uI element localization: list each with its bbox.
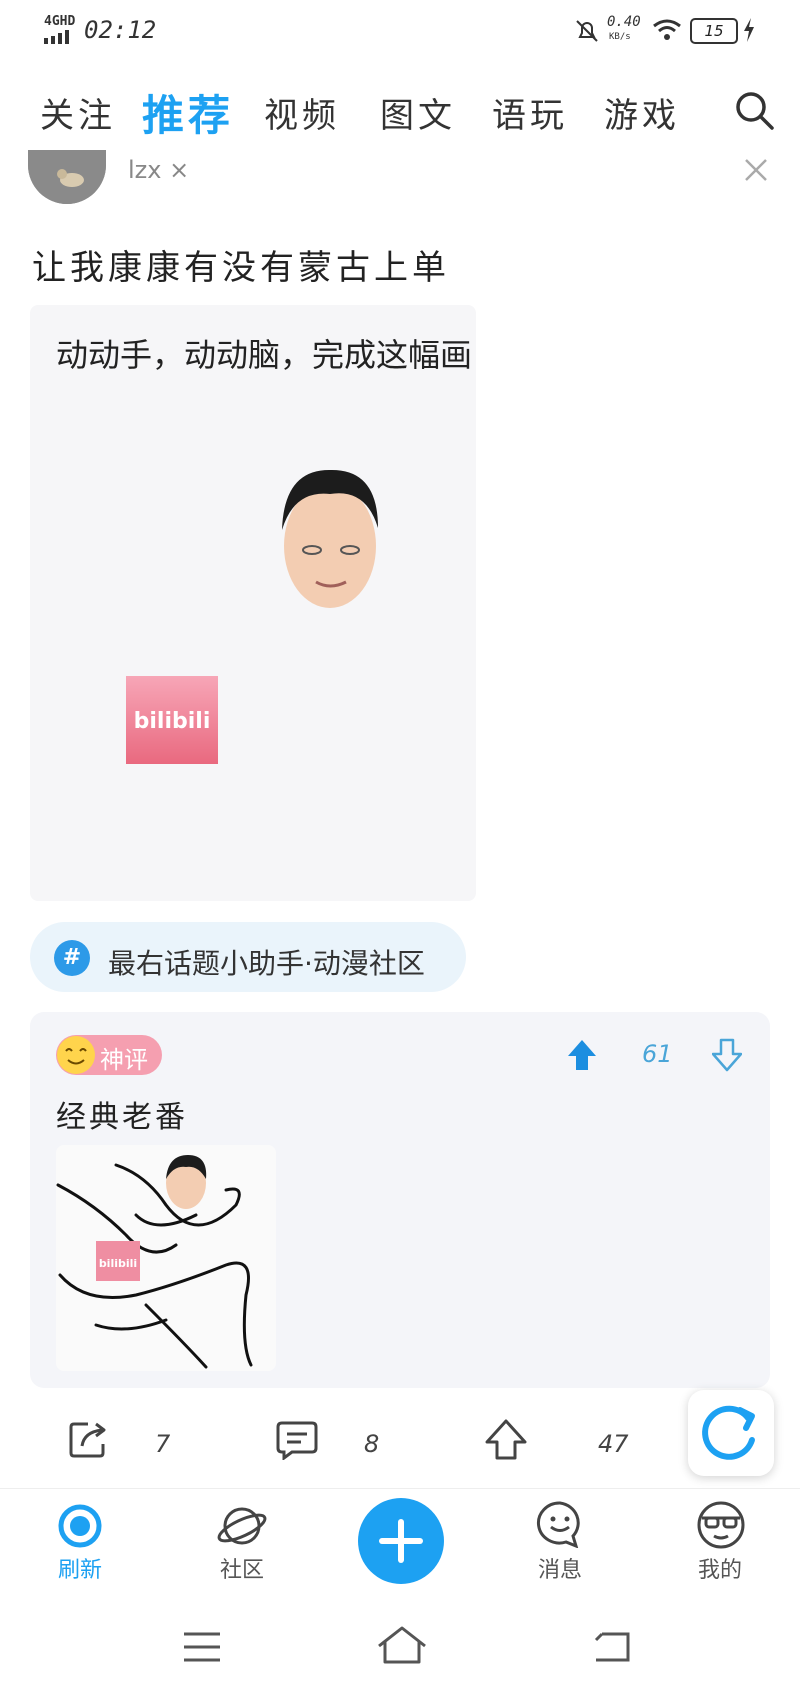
share-count: 7 — [155, 1430, 171, 1458]
battery-level: 15 — [704, 22, 724, 40]
search-icon[interactable] — [734, 90, 774, 130]
close-icon[interactable] — [744, 158, 768, 182]
nav-messages[interactable]: 消息 — [510, 1552, 610, 1584]
network-label: 4GHD — [44, 14, 76, 29]
username[interactable]: lzx × — [128, 156, 189, 184]
image-caption: 动动手，动动脑，完成这幅画 — [56, 336, 473, 374]
comment-text: 经典老番 — [56, 1100, 188, 1135]
status-bar: 4GHD 02:12 0.40 KB/s 15 — [0, 0, 800, 64]
sketch-drawing: bilibili — [56, 1155, 253, 1369]
smiley-icon — [57, 1036, 95, 1074]
svg-text:bilibili: bilibili — [134, 709, 211, 734]
post-plus-button[interactable] — [358, 1498, 444, 1584]
upvote-count: 47 — [598, 1430, 629, 1458]
tab-voice-play[interactable]: 语玩 — [492, 88, 568, 137]
refresh-nav-icon[interactable] — [56, 1502, 104, 1550]
home-icon[interactable] — [376, 1624, 428, 1666]
avatar-cat-photo — [28, 150, 106, 204]
menu-icon[interactable] — [182, 1630, 222, 1664]
comment-image[interactable]: bilibili — [56, 1145, 276, 1371]
nav-refresh[interactable]: 刷新 — [30, 1552, 130, 1584]
comment-vote-count: 61 — [642, 1040, 673, 1068]
plus-icon — [379, 1519, 423, 1563]
comment-count: 8 — [364, 1430, 380, 1458]
speed-unit: KB/s — [609, 32, 631, 42]
mute-bell-icon — [576, 20, 598, 42]
hashtag-icon: # — [54, 940, 90, 976]
planet-icon[interactable] — [216, 1502, 268, 1550]
comment-icon[interactable] — [276, 1420, 318, 1460]
nav-community[interactable]: 社区 — [192, 1552, 292, 1584]
tab-games[interactable]: 游戏 — [604, 88, 680, 137]
nav-me[interactable]: 我的 — [670, 1552, 770, 1584]
tab-following[interactable]: 关注 — [40, 88, 116, 137]
tab-image-text[interactable]: 图文 — [380, 88, 456, 137]
face-sticker — [282, 469, 378, 608]
downvote-icon[interactable] — [712, 1038, 742, 1072]
avatar[interactable] — [28, 150, 106, 204]
post-text: 让我康康有没有蒙古上单 — [32, 248, 450, 288]
topic-label[interactable]: 最右话题小助手·动漫社区 — [108, 942, 425, 982]
battery-icon: 15 — [690, 18, 738, 44]
bilibili-logo: bilibili — [126, 676, 218, 764]
signal-icon — [44, 30, 69, 44]
back-icon[interactable] — [592, 1630, 632, 1664]
svg-text:bilibili: bilibili — [99, 1257, 137, 1270]
wifi-icon — [653, 19, 681, 40]
charging-icon — [744, 18, 754, 42]
upvote-filled-icon[interactable] — [567, 1038, 597, 1072]
refresh-icon — [702, 1405, 755, 1460]
profile-glasses-icon[interactable] — [696, 1500, 746, 1550]
tab-video[interactable]: 视频 — [264, 88, 340, 137]
upvote-icon[interactable] — [484, 1418, 528, 1462]
speed-value: 0.40 — [607, 14, 641, 30]
clock: 02:12 — [84, 16, 157, 44]
tab-recommended[interactable]: 推荐 — [142, 82, 234, 143]
refresh-float-button[interactable] — [688, 1390, 774, 1476]
post-image[interactable] — [30, 305, 476, 901]
badge-label: 神评 — [100, 1046, 148, 1074]
message-smiley-icon[interactable] — [536, 1500, 584, 1548]
share-icon[interactable] — [68, 1420, 108, 1460]
